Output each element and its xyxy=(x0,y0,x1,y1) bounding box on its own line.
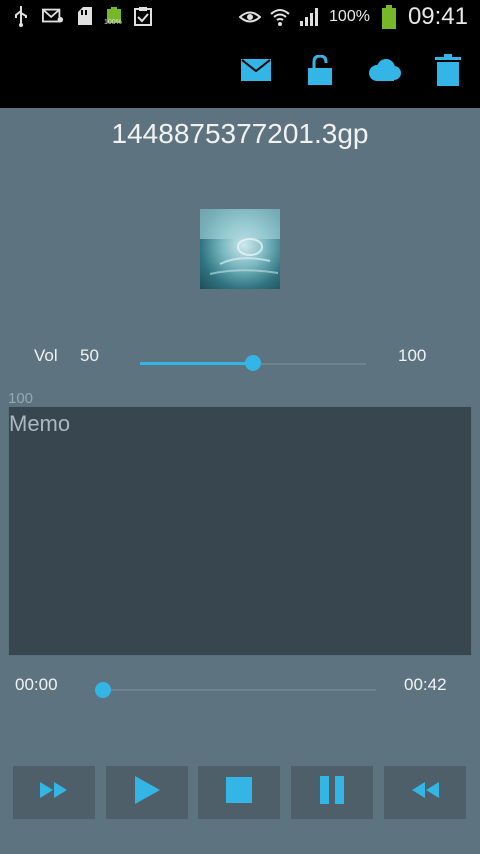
seek-bar-track[interactable] xyxy=(100,689,376,691)
memo-char-limit: 100 xyxy=(8,390,34,407)
volume-slider-thumb[interactable] xyxy=(245,355,261,371)
clock: 09:41 xyxy=(407,3,468,30)
sd-card-icon xyxy=(74,4,96,28)
mail-icon xyxy=(241,58,271,86)
play-button[interactable] xyxy=(106,766,188,819)
play-icon xyxy=(133,775,161,810)
volume-slider-fill xyxy=(140,362,253,365)
fast-forward-button[interactable] xyxy=(13,766,95,819)
cloud-icon xyxy=(367,58,401,86)
volume-value: 50 xyxy=(80,346,99,365)
status-right: 100% 09:41 xyxy=(239,3,468,31)
battery-percent: 100% xyxy=(329,8,370,25)
clipboard-check-icon xyxy=(132,4,154,28)
delete-button[interactable] xyxy=(430,53,466,91)
recording-filename: 1448875377201.3gp xyxy=(111,118,369,149)
status-left: 100% xyxy=(10,4,154,28)
fast-forward-icon xyxy=(39,780,69,805)
wifi-icon xyxy=(269,5,291,29)
memo-placeholder: Memo xyxy=(9,411,71,436)
memo-input[interactable]: Memo xyxy=(8,406,472,656)
pause-button[interactable] xyxy=(291,766,373,819)
unlock-button[interactable] xyxy=(302,53,338,90)
signal-icon xyxy=(299,5,321,29)
action-bar xyxy=(0,34,480,108)
battery-small-text: 100% xyxy=(104,19,122,26)
status-bar: 100% 100% 09:41 xyxy=(0,0,480,34)
email-notify-icon xyxy=(42,4,64,28)
recording-thumbnail xyxy=(200,209,280,289)
volume-label: Vol xyxy=(34,346,58,365)
trash-icon xyxy=(435,53,461,91)
current-time: 00:00 xyxy=(15,675,58,694)
rewind-icon xyxy=(410,780,440,805)
stop-icon xyxy=(226,777,252,808)
battery-icon xyxy=(378,5,400,29)
volume-max: 100 xyxy=(398,346,427,365)
seek-bar-thumb[interactable] xyxy=(95,682,111,698)
cloud-upload-button[interactable] xyxy=(366,54,402,90)
eye-icon xyxy=(239,5,262,29)
usb-icon xyxy=(10,4,32,28)
total-time: 00:42 xyxy=(404,675,447,694)
battery-full-icon: 100% xyxy=(104,5,122,27)
share-email-button[interactable] xyxy=(238,54,274,90)
stop-button[interactable] xyxy=(198,766,280,819)
pause-icon xyxy=(319,776,345,809)
unlock-icon xyxy=(307,53,333,90)
rewind-button[interactable] xyxy=(384,766,466,819)
